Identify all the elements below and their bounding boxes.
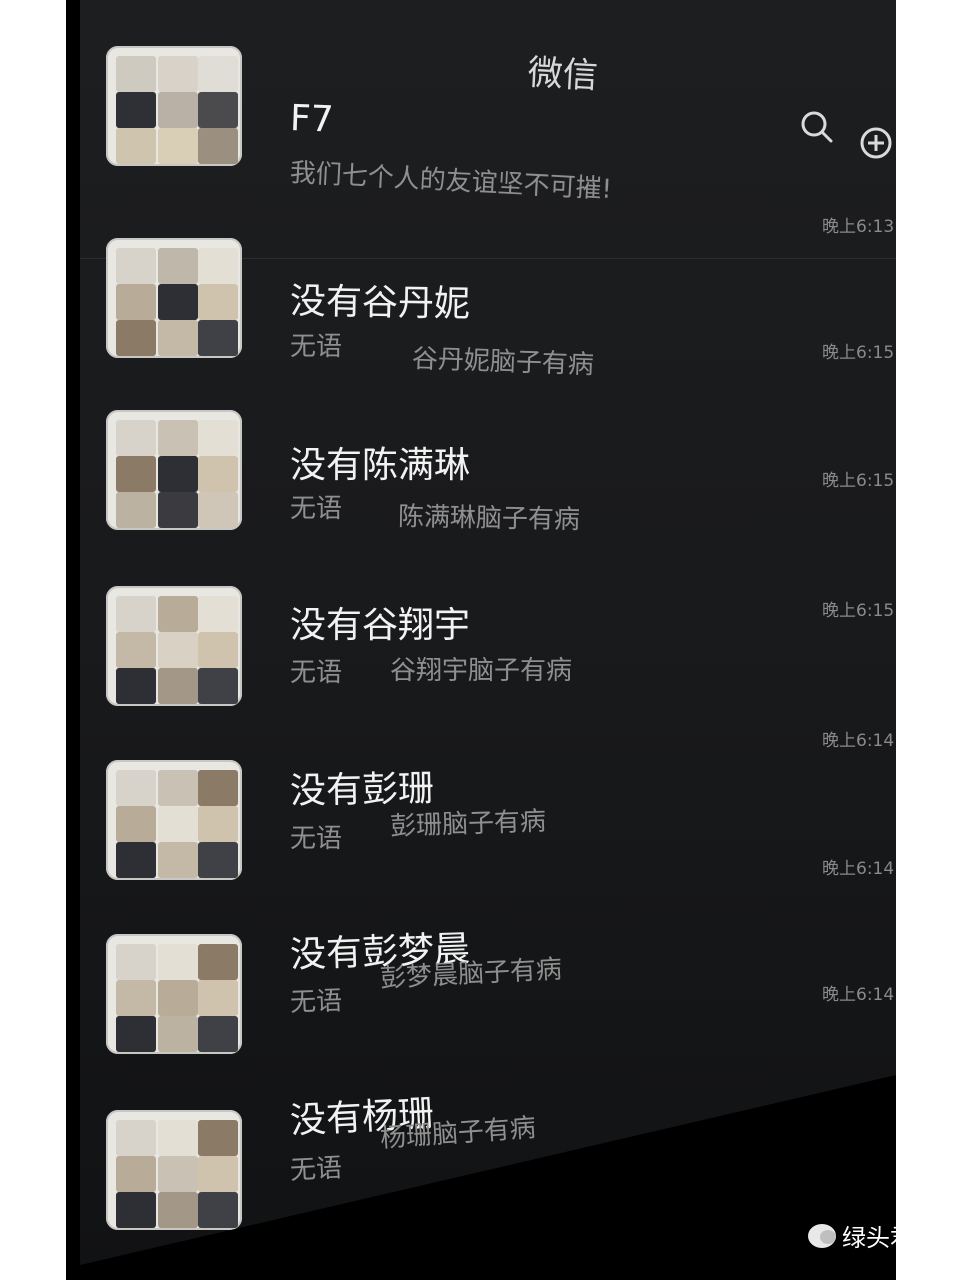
phone-frame: 微信 F7 我们七个人的友谊坚不可摧! 晚上6:13 没有谷丹妮 无语 谷丹妮脑… <box>66 0 896 1280</box>
chat-preview: 谷翔宇脑子有病 <box>390 656 573 686</box>
group-avatar <box>106 46 242 166</box>
search-icon[interactable] <box>800 110 834 144</box>
chat-time: 晚上6:13 <box>822 217 895 237</box>
chat-name: 没有谷翔宇 <box>290 605 471 646</box>
chat-preview: 彭珊脑子有病 <box>389 806 547 842</box>
group-avatar <box>106 238 242 358</box>
chat-name: 没有陈满琳 <box>290 445 471 486</box>
chat-time: 晚上6:15 <box>822 601 895 621</box>
chat-name: 没有谷丹妮 <box>289 281 471 326</box>
chat-preview-sender: 无语 <box>290 494 343 524</box>
group-avatar <box>106 586 242 706</box>
chat-preview-sender: 无语 <box>290 824 343 854</box>
chat-preview-sender: 无语 <box>290 332 343 362</box>
chat-name: F7 <box>289 98 335 141</box>
chat-preview: 我们七个人的友谊坚不可摧! <box>289 158 613 205</box>
watermark: 绿头君 <box>808 1218 914 1253</box>
chat-time: 晚上6:14 <box>822 985 895 1005</box>
group-avatar <box>106 1110 242 1230</box>
chat-time: 晚上6:15 <box>822 471 895 491</box>
group-avatar <box>106 760 242 880</box>
chat-preview: 谷丹妮脑子有病 <box>411 344 595 381</box>
wechat-logo-icon <box>808 1223 836 1248</box>
chat-preview-sender: 无语 <box>289 1153 343 1186</box>
chat-time: 晚上6:14 <box>822 731 895 751</box>
group-avatar <box>106 934 242 1054</box>
watermark-text: 绿头君 <box>842 1224 914 1252</box>
group-avatar <box>106 410 242 530</box>
chat-preview: 陈满琳脑子有病 <box>397 502 581 536</box>
wechat-chat-list-screen: 微信 F7 我们七个人的友谊坚不可摧! 晚上6:13 没有谷丹妮 无语 谷丹妮脑… <box>80 0 896 1265</box>
chat-time: 晚上6:14 <box>822 859 895 879</box>
chat-time: 晚上6:15 <box>822 343 895 363</box>
app-title: 微信 <box>526 53 599 97</box>
chat-preview-sender: 无语 <box>290 658 343 688</box>
chat-preview-sender: 无语 <box>289 986 343 1018</box>
plus-circle-icon[interactable] <box>859 126 893 160</box>
